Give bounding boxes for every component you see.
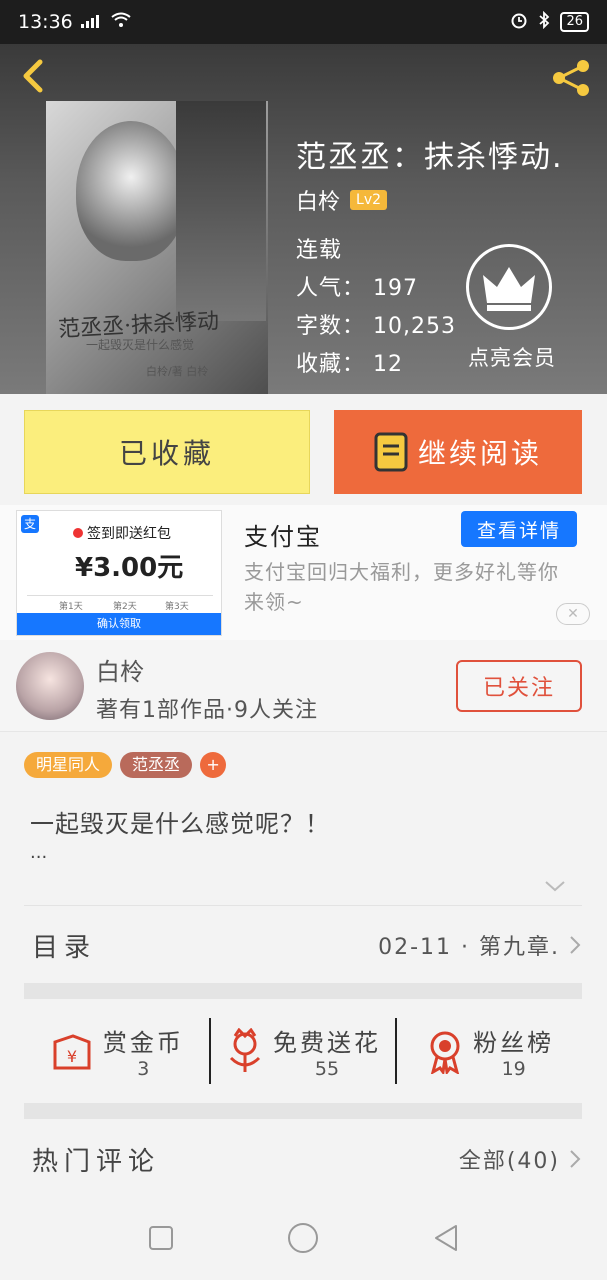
section-separator [24,983,582,999]
author-stats: 著有1部作品·9人关注 [96,698,318,723]
hot-comments-label: 热门评论 [32,1146,161,1177]
action-buttons: 已收藏 继续阅读 [24,410,582,494]
book-header: 范丞丞·抹杀悸动 一起毁灭是什么感觉 白柃/著 白柃 范丞丞：抹杀悸动. 白柃 … [0,44,607,394]
continue-reading-button[interactable]: 继续阅读 [334,410,582,494]
ad-image[interactable]: 支 签到即送红包 ¥3.00元 第1天 第2天 第3天 确认领取 [16,510,222,636]
catalog-label: 目录 [32,932,97,963]
book-description: 一起毁灭是什么感觉呢？！ [30,810,330,838]
catalog-latest-chapter: 02-11 · 第九章. [378,935,560,960]
author-name: 白柃 [296,190,341,215]
wifi-icon [111,11,131,33]
back-arrow-icon [23,59,43,93]
fan-ranking-label: 粉丝榜 [473,1028,555,1057]
book-title: 范丞丞：抹杀悸动. [296,140,564,175]
circle-icon [288,1223,319,1253]
rewards-row: ¥ 赏金币 3 免费送花 55 粉丝榜 19 [24,1006,582,1096]
book-author[interactable]: 白柃 Lv2 [296,184,388,216]
share-icon [553,60,589,96]
fan-ranking-value: 19 [501,1057,526,1080]
triangle-back-icon [434,1225,457,1251]
author-row[interactable]: 白柃 著有1部作品·9人关注 已关注 [0,640,607,732]
book-icon [374,432,408,472]
system-back-button[interactable] [426,1218,466,1258]
alarm-icon [510,11,528,33]
hot-comments-row[interactable]: 热门评论 全部(40) [24,1124,582,1194]
medal-icon [430,1031,460,1074]
avatar[interactable] [16,652,84,720]
tag-list: 明星同人 范丞丞 + [24,752,227,778]
author-level-badge: Lv2 [350,190,388,210]
cover-subtitle: 一起毁灭是什么感觉 [86,338,195,352]
share-button[interactable] [549,56,593,100]
ad-image-button[interactable]: 确认领取 [17,613,221,635]
ad-details-button[interactable]: 查看详情 [461,511,577,547]
collected-button[interactable]: 已收藏 [24,410,310,494]
fan-ranking-button[interactable]: 粉丝榜 19 [397,1006,582,1096]
ad-banner[interactable]: 支 签到即送红包 ¥3.00元 第1天 第2天 第3天 确认领取 支付宝 查看详… [0,505,607,640]
back-button[interactable] [14,56,54,96]
send-flower-label: 免费送花 [273,1028,381,1057]
ad-text: 支付宝回归大福利，更多好礼等你来领~ [244,560,559,614]
battery-indicator: 26 [560,12,589,32]
clock: 13:36 [18,11,73,33]
tag-item[interactable]: 范丞丞 [120,752,193,778]
send-flower-value: 55 [314,1057,340,1080]
ad-day-3: 第3天 [165,602,189,612]
add-tag-button[interactable]: + [200,752,227,778]
send-flower-button[interactable]: 免费送花 55 [211,1006,396,1096]
reward-coins-button[interactable]: ¥ 赏金币 3 [24,1006,209,1096]
reward-coins-label: 赏金币 [102,1028,184,1057]
status-bar: 13:36 26 [0,0,607,44]
crown-icon [483,267,535,311]
divider [24,905,582,906]
chevron-right-icon [570,1150,581,1168]
tag-item[interactable]: 明星同人 [24,752,113,778]
home-button[interactable] [283,1218,323,1258]
vip-label: 点亮会员 [468,346,556,370]
catalog-row[interactable]: 目录 02-11 · 第九章. [24,910,582,980]
book-word-count: 字数： 10,253 [296,314,456,339]
red-envelope-icon: ¥ [53,1034,91,1070]
ad-day-1: 第1天 [59,602,83,612]
book-status: 连载 [296,238,343,263]
ad-day-2: 第2天 [113,602,137,612]
ad-image-title: 签到即送红包 [73,523,171,543]
ad-close-button[interactable]: ✕ [556,603,590,625]
square-icon [149,1226,174,1250]
book-favorites: 收藏： 12 [296,352,403,377]
bluetooth-icon [538,10,550,33]
section-separator [24,1103,582,1119]
ad-image-amount: ¥3.00元 [75,553,184,583]
svg-text:¥: ¥ [67,1047,77,1066]
alipay-logo-icon: 支 [21,515,39,533]
follow-button[interactable]: 已关注 [456,660,582,712]
reward-coins-value: 3 [137,1057,150,1080]
all-comments-count: 全部(40) [458,1149,560,1174]
flower-icon [229,1028,261,1072]
system-nav-bar [0,1196,607,1280]
cover-figure-woman [76,121,186,261]
signal-icon [80,11,103,33]
book-popularity: 人气： 197 [296,276,418,301]
cover-author: 白柃/著 白柃 [146,365,209,378]
ad-title: 支付宝 [244,523,322,551]
recent-apps-button[interactable] [141,1218,181,1258]
chevron-right-icon [570,936,581,954]
author-row-name: 白柃 [96,658,144,686]
continue-reading-label: 继续阅读 [417,437,542,470]
cover-figure-man [176,101,266,321]
vip-crown-button[interactable] [466,244,552,330]
description-ellipsis: ... [30,842,48,863]
book-cover[interactable]: 范丞丞·抹杀悸动 一起毁灭是什么感觉 白柃/著 白柃 [46,101,268,394]
expand-description-button[interactable] [544,878,566,892]
chevron-down-icon [545,881,565,892]
